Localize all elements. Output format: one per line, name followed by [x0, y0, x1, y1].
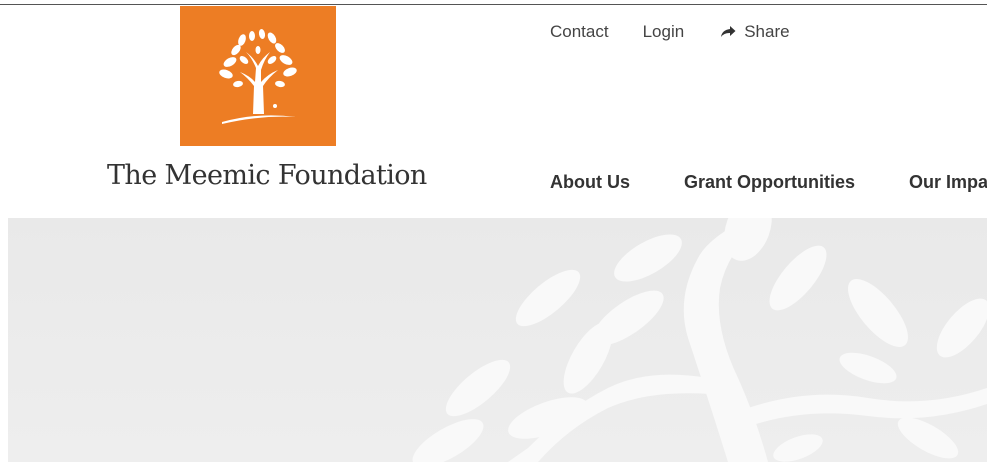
nav-grant-opportunities[interactable]: Grant Opportunities	[684, 172, 855, 193]
organization-name[interactable]: The Meemic Foundation	[107, 160, 427, 191]
foundation-logo[interactable]	[180, 6, 336, 146]
nav-our-impact[interactable]: Our Impact	[909, 172, 987, 193]
main-nav: About Us Grant Opportunities Our Impact	[550, 172, 987, 193]
share-arrow-icon	[720, 25, 736, 39]
top-divider	[0, 4, 987, 5]
share-link[interactable]: Share	[720, 22, 790, 42]
tree-icon	[180, 6, 336, 146]
page: The Meemic Foundation Contact Login Shar…	[0, 0, 987, 462]
utility-nav: Contact Login Share	[550, 22, 790, 42]
share-label: Share	[744, 22, 790, 41]
contact-link[interactable]: Contact	[550, 22, 609, 42]
nav-about-us[interactable]: About Us	[550, 172, 630, 193]
login-link[interactable]: Login	[643, 22, 685, 42]
hero-banner	[8, 218, 987, 462]
tree-branches-icon	[412, 218, 987, 462]
